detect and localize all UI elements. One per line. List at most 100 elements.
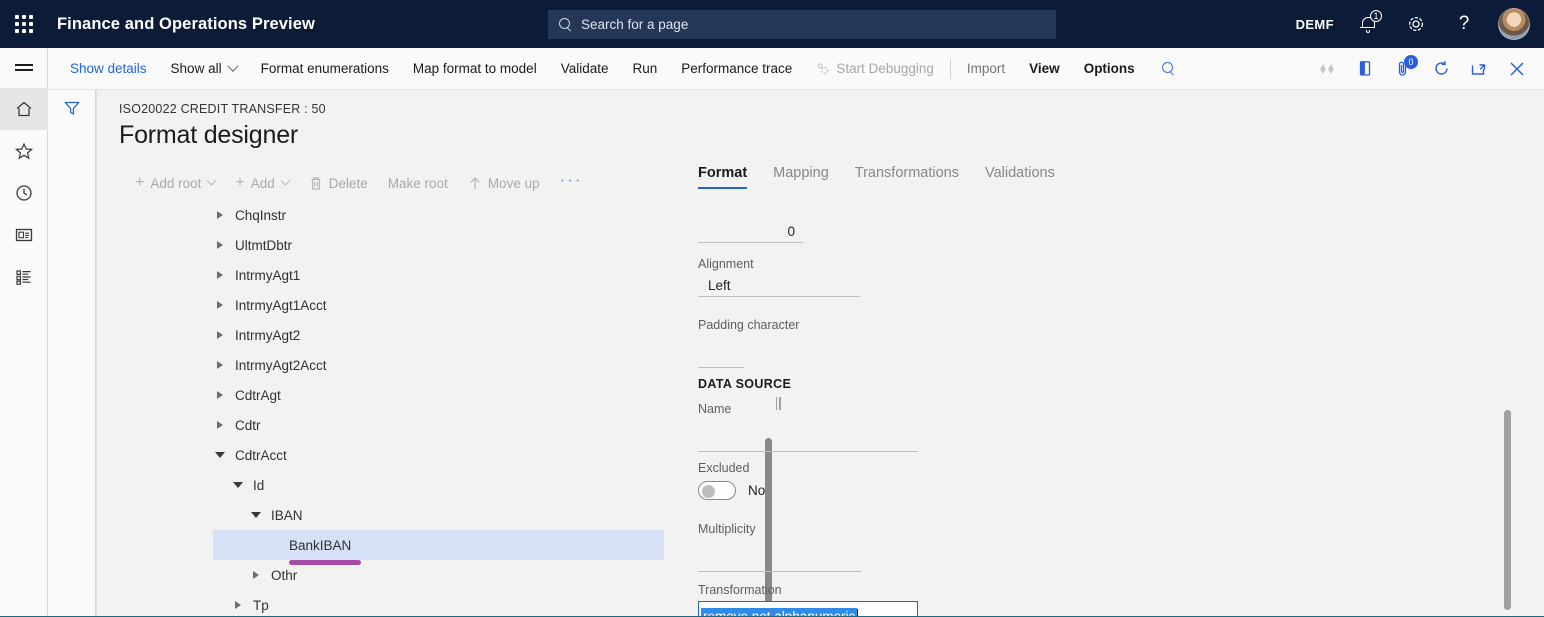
notifications-button[interactable]: 1 — [1344, 0, 1392, 48]
sidebar-item-modules[interactable] — [0, 256, 48, 298]
filter-column — [48, 90, 96, 617]
tree-row[interactable]: ChqInstr — [97, 200, 681, 230]
name-input[interactable] — [698, 430, 918, 452]
tree-row[interactable]: IntrmyAgt1 — [97, 260, 681, 290]
command-map-format-to-model[interactable]: Map format to model — [401, 48, 549, 90]
alignment-input[interactable]: Left — [698, 275, 860, 297]
app-launcher-button[interactable] — [0, 0, 48, 48]
tree-row[interactable]: IBAN — [97, 500, 681, 530]
user-account-button[interactable] — [1488, 0, 1536, 48]
chevron-right-icon[interactable] — [213, 238, 227, 252]
close-icon — [1509, 61, 1525, 77]
chevron-right-icon[interactable] — [231, 598, 245, 612]
refresh-button[interactable] — [1422, 48, 1460, 90]
chevron-right-icon[interactable] — [213, 268, 227, 282]
command-options[interactable]: Options — [1072, 48, 1147, 90]
workspace-icon — [14, 225, 34, 245]
notification-badge: 1 — [1370, 10, 1382, 22]
chevron-right-icon[interactable] — [213, 208, 227, 222]
number-input[interactable]: 0 — [698, 221, 803, 243]
tree-node-label: BankIBAN — [289, 538, 351, 553]
personalize-button[interactable] — [1308, 48, 1346, 90]
tree-node-label: Othr — [271, 568, 297, 583]
tree-action-bar: + Add root + Add Delete Make root — [125, 169, 593, 197]
page-vertical-scrollbar[interactable] — [1504, 410, 1511, 610]
sidebar-item-workspaces[interactable] — [0, 214, 48, 256]
tree-row[interactable]: CdtrAgt — [97, 380, 681, 410]
tree-row-selected[interactable]: BankIBAN — [213, 530, 664, 560]
command-search-button[interactable] — [1147, 48, 1190, 90]
open-in-new-window-button[interactable] — [1460, 48, 1498, 90]
command-bar-icons: 0 — [1308, 48, 1544, 90]
format-tree[interactable]: ChqInstrUltmtDbtr IntrmyAgt1 IntrmyAgt1Acc… — [97, 200, 681, 617]
tab-validations[interactable]: Validations — [985, 165, 1055, 189]
chevron-right-icon[interactable] — [213, 358, 227, 372]
company-selector[interactable]: DEMF — [1286, 0, 1344, 48]
command-performance-trace[interactable]: Performance trace — [669, 48, 804, 90]
breadcrumb: ISO20022 CREDIT TRANSFER : 50 — [119, 102, 326, 116]
filter-button[interactable] — [48, 90, 96, 130]
tab-transformations[interactable]: Transformations — [855, 165, 959, 189]
chevron-right-icon[interactable] — [213, 298, 227, 312]
chevron-right-icon[interactable] — [213, 328, 227, 342]
tree-row[interactable]: UltmtDbtr — [97, 230, 681, 260]
transformation-input[interactable]: remove not alphanumeric — [698, 601, 918, 617]
settings-button[interactable] — [1392, 0, 1440, 48]
chevron-right-icon[interactable] — [213, 388, 227, 402]
tree-row[interactable]: Id — [97, 470, 681, 500]
tree-row[interactable]: IntrmyAgt1Acct — [97, 290, 681, 320]
add-button[interactable]: + Add — [225, 169, 298, 197]
sidebar-item-home[interactable] — [0, 88, 48, 130]
tree-row[interactable]: Othr — [97, 560, 681, 590]
filter-funnel-icon — [62, 98, 82, 123]
tree-node-label: Id — [253, 478, 264, 493]
app-root: Finance and Operations Preview Search fo… — [0, 0, 1544, 617]
chevron-right-icon[interactable] — [213, 418, 227, 432]
gear-icon — [1407, 15, 1425, 33]
number-field: 0 — [698, 221, 803, 243]
multiplicity-label: Multiplicity — [698, 522, 861, 536]
command-run[interactable]: Run — [621, 48, 670, 90]
clock-icon — [14, 183, 34, 203]
command-show-all[interactable]: Show all — [159, 48, 249, 90]
more-actions-button[interactable]: ··· — [550, 169, 593, 197]
command-format-enumerations[interactable]: Format enumerations — [249, 48, 401, 90]
padding-character-input[interactable] — [698, 346, 744, 368]
command-show-details[interactable]: Show details — [48, 48, 159, 90]
chevron-down-icon[interactable] — [249, 508, 263, 522]
tree-node-label: IntrmyAgt1 — [235, 268, 300, 283]
chevron-down-icon[interactable] — [213, 448, 227, 462]
tree-row[interactable]: CdtrAcct — [97, 440, 681, 470]
excluded-toggle[interactable] — [698, 481, 736, 500]
tree-row[interactable]: Tp — [97, 590, 681, 617]
tree-row[interactable]: IntrmyAgt2 — [97, 320, 681, 350]
tree-node-label: IntrmyAgt2Acct — [235, 358, 327, 373]
chevron-down-icon[interactable] — [231, 478, 245, 492]
move-up-label: Move up — [488, 176, 540, 191]
make-root-button[interactable]: Make root — [378, 169, 458, 197]
plus-icon: + — [135, 175, 144, 191]
open-panel-button[interactable] — [1346, 48, 1384, 90]
command-import[interactable]: Import — [955, 48, 1017, 90]
chevron-right-icon[interactable] — [249, 568, 263, 582]
command-view[interactable]: View — [1017, 48, 1072, 90]
help-button[interactable]: ? — [1440, 0, 1488, 48]
attachments-button[interactable]: 0 — [1384, 48, 1422, 90]
sidebar-item-recent[interactable] — [0, 172, 48, 214]
tab-format[interactable]: Format — [698, 165, 747, 189]
top-nav-right-group: DEMF 1 ? — [1286, 0, 1536, 48]
command-show-all-label: Show all — [171, 61, 222, 76]
tab-mapping[interactable]: Mapping — [773, 165, 829, 189]
multiplicity-input[interactable] — [698, 550, 861, 572]
delete-button[interactable]: Delete — [299, 169, 378, 197]
refresh-icon — [1433, 60, 1450, 77]
add-root-button[interactable]: + Add root — [125, 169, 225, 197]
sidebar-item-favorites[interactable] — [0, 130, 48, 172]
global-search-input[interactable]: Search for a page — [548, 10, 1056, 39]
navigation-menu-button[interactable] — [0, 48, 48, 88]
tree-row[interactable]: Cdtr — [97, 410, 681, 440]
move-up-button[interactable]: Move up — [458, 169, 550, 197]
command-validate[interactable]: Validate — [549, 48, 621, 90]
tree-row[interactable]: IntrmyAgt2Acct — [97, 350, 681, 380]
close-button[interactable] — [1498, 48, 1536, 90]
